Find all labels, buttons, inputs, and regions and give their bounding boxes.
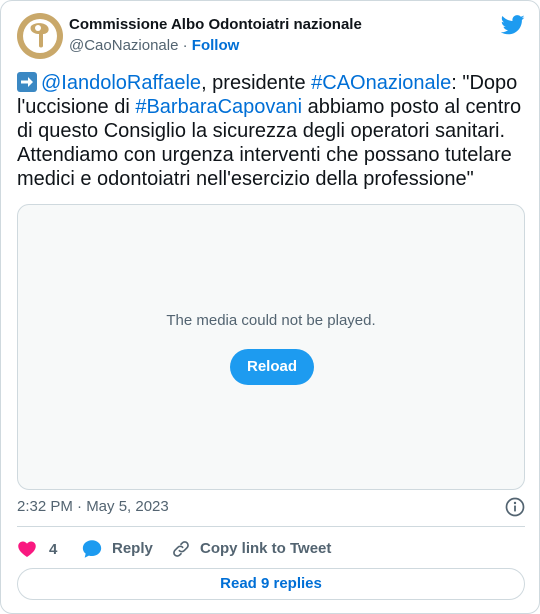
copy-link-button[interactable]: Copy link to Tweet xyxy=(171,537,331,561)
twitter-bird-icon[interactable] xyxy=(501,15,525,35)
follow-button[interactable]: Follow xyxy=(192,37,240,54)
author-handle-row: @CaoNazionale · Follow xyxy=(69,36,362,56)
reply-bubble-icon xyxy=(82,540,102,558)
tweet-actions: 4 Reply Copy link to Tweet xyxy=(17,537,525,561)
tweet-header: Commissione Albo Odontoiatri nazionale @… xyxy=(17,13,525,59)
read-replies-button[interactable]: Read 9 replies xyxy=(17,568,525,600)
media-error-message: The media could not be played. xyxy=(166,312,376,329)
tweet-card: Commissione Albo Odontoiatri nazionale @… xyxy=(0,0,540,614)
like-count: 4 xyxy=(49,540,58,558)
tweet-text: @IandoloRaffaele, presidente #CAOnaziona… xyxy=(17,71,525,191)
avatar-logo-icon xyxy=(18,14,62,58)
tweet-text-part-1: , presidente xyxy=(201,72,312,94)
hashtag-link-caonazionale[interactable]: #CAOnazionale xyxy=(311,72,451,94)
author-handle[interactable]: @CaoNazionale xyxy=(69,37,178,54)
separator-dot: · xyxy=(182,37,188,54)
like-button[interactable]: 4 xyxy=(17,537,57,561)
divider xyxy=(17,526,525,527)
reply-button[interactable]: Reply xyxy=(81,537,153,561)
reply-label: Reply xyxy=(112,540,153,557)
hashtag-link-barbaracapovani[interactable]: #BarbaraCapovani xyxy=(135,96,302,118)
tweet-timestamp[interactable]: 2:32 PM · May 5, 2023 xyxy=(17,498,169,515)
tweet-meta: 2:32 PM · May 5, 2023 xyxy=(17,497,525,517)
media-placeholder: The media could not be played. Reload xyxy=(17,204,525,490)
reload-button[interactable]: Reload xyxy=(230,349,314,385)
info-icon[interactable] xyxy=(505,497,525,517)
mention-link[interactable]: @IandoloRaffaele xyxy=(41,72,201,94)
heart-icon xyxy=(18,541,36,557)
avatar[interactable] xyxy=(17,13,63,59)
author-display-name[interactable]: Commissione Albo Odontoiatri nazionale xyxy=(69,15,362,35)
copy-link-label: Copy link to Tweet xyxy=(200,540,332,557)
link-icon xyxy=(173,541,189,557)
author-block: Commissione Albo Odontoiatri nazionale @… xyxy=(69,15,362,56)
right-arrow-emoji-icon xyxy=(17,72,37,92)
